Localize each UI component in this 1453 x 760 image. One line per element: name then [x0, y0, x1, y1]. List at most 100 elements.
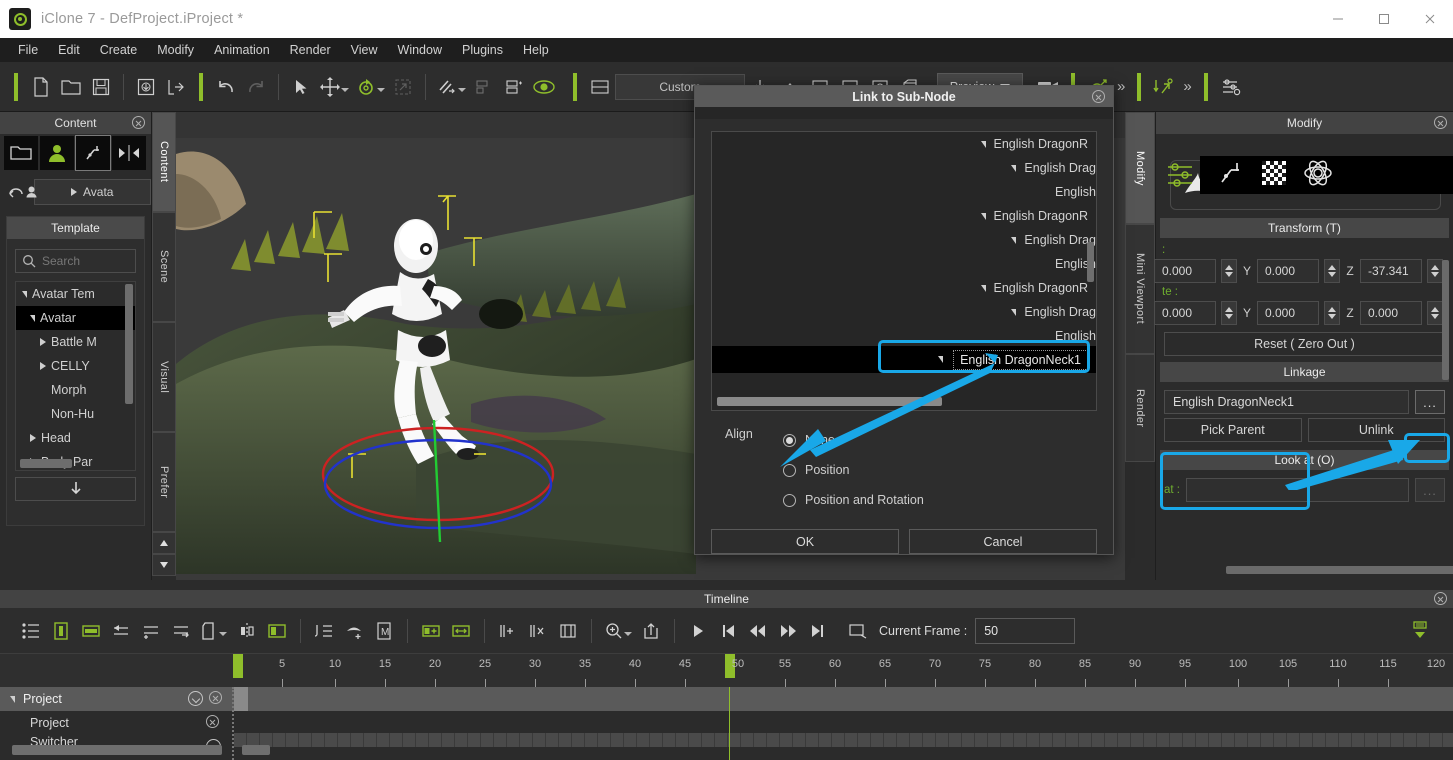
align-option-position[interactable]: Position: [783, 455, 924, 485]
rotate-y-stepper[interactable]: [1324, 301, 1340, 325]
timeline-start-marker[interactable]: [233, 654, 243, 678]
menu-file[interactable]: File: [8, 40, 48, 60]
export-icon[interactable]: [161, 71, 191, 103]
scroll-down-icon[interactable]: [152, 554, 176, 576]
track-list-icon[interactable]: [16, 616, 46, 646]
new-project-icon[interactable]: [26, 71, 56, 103]
scroll-up-icon[interactable]: [152, 532, 176, 554]
clip-icon[interactable]: [196, 616, 232, 646]
position-x-stepper[interactable]: [1221, 259, 1237, 283]
unlink-button[interactable]: Unlink: [1307, 418, 1445, 442]
align-left-icon[interactable]: [469, 71, 499, 103]
add-track-icon[interactable]: [416, 616, 446, 646]
sort-icon[interactable]: [309, 616, 339, 646]
tree-item[interactable]: English DragonR: [712, 204, 1096, 228]
tree-horizontal-scrollbar[interactable]: [20, 459, 72, 468]
close-icon[interactable]: [132, 116, 145, 132]
template-tree[interactable]: Avatar Tem Avatar Battle M CELLY Morph N…: [15, 281, 136, 471]
pick-parent-button[interactable]: Pick Parent: [1164, 418, 1302, 442]
current-frame-input[interactable]: 50: [975, 617, 1076, 644]
next-frame-icon[interactable]: [773, 616, 803, 646]
rotate-z-stepper[interactable]: [1427, 301, 1443, 325]
sidebar-tab-visual[interactable]: Visual: [152, 322, 176, 432]
close-icon[interactable]: [206, 715, 219, 728]
tree-item[interactable]: English: [712, 252, 1096, 276]
toolbar-overflow-icon-2[interactable]: »: [1179, 78, 1195, 95]
menu-create[interactable]: Create: [90, 40, 148, 60]
look-at-input[interactable]: [1185, 478, 1409, 502]
open-project-icon[interactable]: [56, 71, 86, 103]
look-at-browse-button[interactable]: ...: [1415, 478, 1445, 502]
move-tool-icon[interactable]: [316, 71, 352, 103]
linkage-browse-button[interactable]: ...: [1415, 390, 1445, 414]
add-key-left-icon[interactable]: [136, 616, 166, 646]
physics-icon[interactable]: [1149, 71, 1179, 103]
cancel-button[interactable]: Cancel: [909, 529, 1097, 554]
select-tool-icon[interactable]: [286, 71, 316, 103]
import-icon[interactable]: [131, 71, 161, 103]
insert-frame-icon[interactable]: [493, 616, 523, 646]
position-y-input[interactable]: 0.000: [1257, 259, 1319, 283]
motion-icon[interactable]: [1218, 160, 1244, 191]
add-clip-icon[interactable]: [76, 616, 106, 646]
sliders-icon[interactable]: [1166, 162, 1196, 188]
tree-item[interactable]: English: [712, 324, 1096, 348]
split-icon[interactable]: [232, 616, 262, 646]
tree-item[interactable]: Morph: [16, 378, 135, 402]
close-icon[interactable]: [1407, 0, 1453, 38]
reset-zero-out-button[interactable]: Reset ( Zero Out ): [1164, 332, 1445, 356]
tree-item[interactable]: English Drag: [712, 156, 1096, 180]
back-arrow-icon[interactable]: [8, 182, 26, 203]
position-x-input[interactable]: 0.000: [1154, 259, 1216, 283]
position-z-stepper[interactable]: [1427, 259, 1443, 283]
rotate-x-stepper[interactable]: [1221, 301, 1237, 325]
folder-icon[interactable]: [4, 136, 38, 170]
motion-icon[interactable]: [75, 135, 111, 171]
undo-icon[interactable]: [211, 71, 241, 103]
sidebar-tab-render[interactable]: Render: [1125, 354, 1155, 462]
tree-vertical-scrollbar[interactable]: [125, 284, 133, 404]
sidebar-tab-prefer[interactable]: Prefer: [152, 432, 176, 532]
rotate-x-input[interactable]: 0.000: [1154, 301, 1216, 325]
menu-plugins[interactable]: Plugins: [452, 40, 513, 60]
tree-item[interactable]: English DragonR: [712, 276, 1096, 300]
timeline-key-strip[interactable]: [234, 733, 1453, 747]
collapse-left-icon[interactable]: [106, 616, 136, 646]
tree-item[interactable]: Avatar: [16, 306, 135, 330]
menu-modify[interactable]: Modify: [147, 40, 204, 60]
stretch-icon[interactable]: [446, 616, 476, 646]
timeline-hscrollbar[interactable]: [242, 745, 270, 755]
rotate-y-input[interactable]: 0.000: [1257, 301, 1319, 325]
sidebar-tab-modify[interactable]: Modify: [1125, 112, 1155, 224]
align-distribute-icon[interactable]: [499, 71, 529, 103]
tree-item[interactable]: English: [712, 180, 1096, 204]
audio-icon[interactable]: [339, 616, 369, 646]
tracks-hscrollbar[interactable]: [12, 745, 222, 755]
play-icon[interactable]: [683, 616, 713, 646]
prev-frame-icon[interactable]: [743, 616, 773, 646]
minimize-icon[interactable]: [1315, 0, 1361, 38]
tree-item[interactable]: English DragonR: [712, 132, 1096, 156]
rotate-z-input[interactable]: 0.000: [1360, 301, 1422, 325]
sidebar-tab-mini-viewport[interactable]: Mini Viewport: [1125, 224, 1155, 354]
sidebar-tab-scene[interactable]: Scene: [152, 212, 176, 322]
tree-item[interactable]: Avatar Tem: [16, 282, 135, 306]
ok-button[interactable]: OK: [711, 529, 899, 554]
align-tool-icon[interactable]: [433, 71, 469, 103]
scale-tool-icon[interactable]: [388, 71, 418, 103]
position-z-input[interactable]: -37.341: [1360, 259, 1422, 283]
physics-atom-icon[interactable]: [1304, 160, 1332, 191]
timeline-key-area[interactable]: [232, 687, 1453, 760]
breadcrumb[interactable]: Avata: [26, 179, 151, 205]
timeline-ruler[interactable]: 5 10 15 20 25 30 35 40 45 50 55 60 65 70…: [0, 653, 1453, 687]
zoom-icon[interactable]: [600, 616, 636, 646]
sidebar-tab-content[interactable]: Content: [152, 112, 176, 212]
rotate-tool-icon[interactable]: [352, 71, 388, 103]
tree-item[interactable]: English Drag: [712, 300, 1096, 324]
modify-panel-hscrollbar[interactable]: [1226, 566, 1453, 574]
toolbar-overflow-icon[interactable]: »: [1113, 78, 1129, 95]
export-clip-icon[interactable]: [636, 616, 666, 646]
delete-frame-icon[interactable]: [523, 616, 553, 646]
close-icon[interactable]: [1092, 90, 1105, 106]
expand-icon[interactable]: [188, 691, 203, 706]
